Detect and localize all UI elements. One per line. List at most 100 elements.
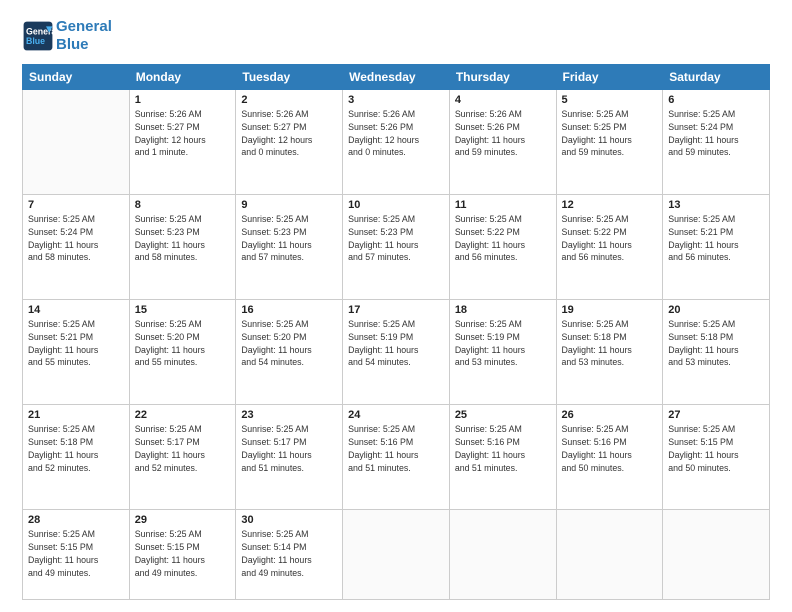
day-info-line: and 55 minutes. [28,356,124,369]
day-number: 10 [348,199,444,211]
day-info-line: Sunrise: 5:25 AM [241,318,337,331]
day-number: 5 [562,94,658,106]
day-cell: 18Sunrise: 5:25 AMSunset: 5:19 PMDayligh… [449,300,556,405]
day-info-line: and 49 minutes. [28,567,124,580]
day-number: 16 [241,304,337,316]
day-number: 2 [241,94,337,106]
logo-icon: General Blue [22,20,54,52]
day-info-line: Daylight: 11 hours [135,344,231,357]
day-cell: 17Sunrise: 5:25 AMSunset: 5:19 PMDayligh… [343,300,450,405]
day-info-line: Daylight: 11 hours [562,239,658,252]
day-number: 8 [135,199,231,211]
day-info-line: and 0 minutes. [241,146,337,159]
day-info-line: Sunrise: 5:25 AM [668,213,764,226]
day-info-line: Daylight: 11 hours [28,344,124,357]
day-info-line: and 59 minutes. [562,146,658,159]
day-cell: 25Sunrise: 5:25 AMSunset: 5:16 PMDayligh… [449,405,556,510]
day-info-line: Sunrise: 5:26 AM [455,108,551,121]
day-number: 28 [28,514,124,526]
day-cell: 10Sunrise: 5:25 AMSunset: 5:23 PMDayligh… [343,195,450,300]
day-info-line: Daylight: 11 hours [135,554,231,567]
day-info-line: and 57 minutes. [348,251,444,264]
day-info-line: and 54 minutes. [241,356,337,369]
day-info-line: Daylight: 11 hours [241,449,337,462]
day-info-line: and 56 minutes. [668,251,764,264]
header-row: SundayMondayTuesdayWednesdayThursdayFrid… [23,65,770,90]
day-info-line: Sunset: 5:16 PM [348,436,444,449]
day-info-line: Sunset: 5:19 PM [455,331,551,344]
day-info-line: Sunrise: 5:26 AM [241,108,337,121]
day-info-line: and 53 minutes. [562,356,658,369]
day-number: 11 [455,199,551,211]
day-number: 18 [455,304,551,316]
week-row-2: 7 Sunrise: 5:25 AM Sunset: 5:24 PM Daylight… [23,195,770,300]
day-info-line: Daylight: 12 hours [348,134,444,147]
day-info-line: Sunrise: 5:25 AM [455,423,551,436]
day-number: 17 [348,304,444,316]
day-info-line: Daylight: 11 hours [668,134,764,147]
day-info-line: Sunrise: 5:25 AM [28,318,124,331]
day-info-line: and 49 minutes. [241,567,337,580]
day-number: 19 [562,304,658,316]
day-info-line: Sunset: 5:24 PM [28,226,124,239]
day-cell: 1Sunrise: 5:26 AMSunset: 5:27 PMDaylight… [129,90,236,195]
day-info-line: Sunrise: 5:25 AM [241,423,337,436]
day-number: 27 [668,409,764,421]
day-number: 12 [562,199,658,211]
day-info-line: Sunset: 5:21 PM [28,331,124,344]
day-info-line: Sunset: 5:27 PM [135,121,231,134]
day-info-line: and 56 minutes. [562,251,658,264]
day-info-line: and 49 minutes. [135,567,231,580]
day-info-line: Sunrise: 5:26 AM [135,108,231,121]
day-info-line: Daylight: 11 hours [241,554,337,567]
calendar-page: General Blue General Blue SundayMondayTu… [0,0,792,612]
day-cell: 23 Sunrise: 5:25 AMSunset: 5:17 PMDayligh… [236,405,343,510]
day-cell: 14Sunrise: 5:25 AMSunset: 5:21 PMDayligh… [23,300,130,405]
day-cell: 5Sunrise: 5:25 AMSunset: 5:25 PMDaylight… [556,90,663,195]
day-info-line: Sunrise: 5:25 AM [135,318,231,331]
day-cell: 24Sunrise: 5:25 AMSunset: 5:16 PMDayligh… [343,405,450,510]
day-info-line: Daylight: 11 hours [241,239,337,252]
day-info-line: Sunset: 5:25 PM [562,121,658,134]
day-number: 20 [668,304,764,316]
day-info-line: Sunrise: 5:25 AM [135,528,231,541]
day-info-line: and 52 minutes. [28,462,124,475]
day-info-line: Sunset: 5:24 PM [668,121,764,134]
day-cell: 4Sunrise: 5:26 AMSunset: 5:26 PMDaylight… [449,90,556,195]
day-info-line: Sunrise: 5:26 AM [348,108,444,121]
day-info-line: Sunset: 5:17 PM [241,436,337,449]
day-info-line: Sunset: 5:15 PM [668,436,764,449]
day-info-line: Sunset: 5:16 PM [455,436,551,449]
day-cell: 30Sunrise: 5:25 AMSunset: 5:14 PMDayligh… [236,510,343,600]
day-info-line: Sunrise: 5:25 AM [348,423,444,436]
day-info-line: Sunset: 5:20 PM [135,331,231,344]
day-cell: 22Sunrise: 5:25 AMSunset: 5:17 PMDayligh… [129,405,236,510]
day-info-line: Sunrise: 5:25 AM [348,213,444,226]
day-info-line: Sunset: 5:23 PM [135,226,231,239]
day-cell: 13Sunrise: 5:25 AMSunset: 5:21 PMDayligh… [663,195,770,300]
day-info-line: Sunset: 5:18 PM [668,331,764,344]
day-number: 7 [28,199,124,211]
day-info-line: Daylight: 11 hours [135,239,231,252]
day-info-line: Daylight: 11 hours [455,134,551,147]
day-number: 9 [241,199,337,211]
day-info-line: Sunset: 5:16 PM [562,436,658,449]
day-number: 24 [348,409,444,421]
day-cell: 29Sunrise: 5:25 AMSunset: 5:15 PMDayligh… [129,510,236,600]
day-cell: 6Sunrise: 5:25 AMSunset: 5:24 PMDaylight… [663,90,770,195]
day-info-line: Sunset: 5:22 PM [455,226,551,239]
day-info-line: Sunrise: 5:25 AM [348,318,444,331]
day-number: 4 [455,94,551,106]
day-info-line: Sunset: 5:15 PM [28,541,124,554]
day-info-line: and 59 minutes. [668,146,764,159]
day-number: 15 [135,304,231,316]
day-info-line: Daylight: 12 hours [241,134,337,147]
day-number: 25 [455,409,551,421]
day-info-line: Daylight: 11 hours [348,344,444,357]
day-info-line: and 51 minutes. [241,462,337,475]
day-info-line: Sunset: 5:18 PM [562,331,658,344]
day-info-line: Sunrise: 5:25 AM [28,423,124,436]
day-number: 23 [241,409,337,421]
day-info-line: Sunset: 5:23 PM [241,226,337,239]
day-info-line: Daylight: 11 hours [668,449,764,462]
